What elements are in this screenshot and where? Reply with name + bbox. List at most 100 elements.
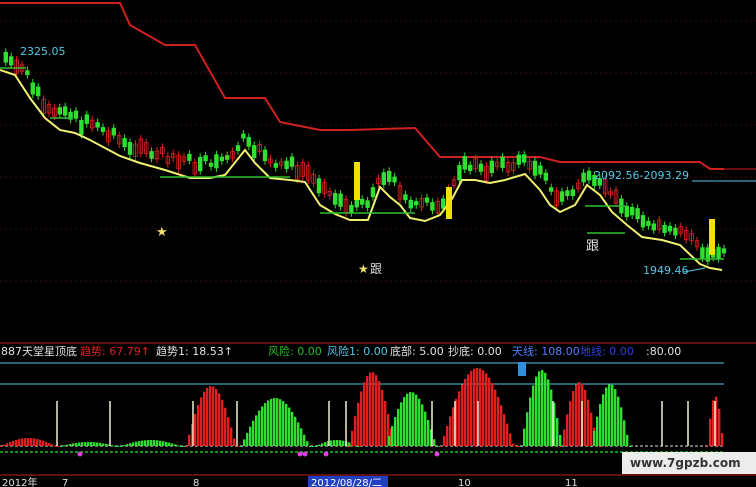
indicator-bar	[215, 388, 218, 446]
candle-body	[700, 247, 705, 259]
time-label: 10	[458, 478, 471, 487]
indicator-bar	[418, 398, 421, 446]
candle-body	[100, 127, 106, 132]
indicator-bar	[506, 423, 509, 446]
indicator-bar	[526, 412, 529, 446]
indicator-bar	[185, 446, 188, 447]
indicator-bar	[611, 384, 614, 446]
indicator-bar	[197, 404, 200, 446]
indicator-bar	[388, 435, 391, 446]
candle-body	[73, 110, 79, 119]
candle-body	[79, 119, 84, 135]
indicator-bar	[718, 408, 721, 446]
indicator-header[interactable]: 887天堂星顶底 趋势: 67.79↑ 趋势1: 18.53↑ 风险: 0.00 风险…	[1, 344, 681, 358]
indicator-bar	[550, 389, 553, 446]
indicator-bar	[135, 441, 138, 446]
indicator-bar	[709, 418, 712, 446]
indicator-value: 底部: 5.00	[390, 344, 444, 358]
indicator-bar	[270, 398, 273, 446]
indicator-bar	[491, 383, 494, 446]
indicator-bar	[351, 430, 354, 446]
indicator-bar	[6, 443, 9, 446]
indicator-bar	[559, 434, 562, 446]
indicator-bar	[273, 398, 276, 446]
candle-body	[635, 208, 640, 220]
indicator-bar	[538, 371, 541, 446]
candle-body	[338, 193, 343, 207]
candle-body	[203, 155, 208, 162]
indicator-bar	[529, 397, 532, 446]
candle-body	[662, 224, 667, 233]
candle-body	[549, 187, 554, 192]
indicator-bar	[87, 442, 90, 446]
candle-body	[462, 156, 467, 170]
indicator-bar	[120, 446, 123, 447]
candle-body	[273, 163, 278, 168]
indicator-bar	[575, 384, 578, 446]
candle-body	[430, 202, 435, 211]
indicator-bar	[258, 410, 261, 446]
candle-body	[284, 160, 289, 170]
indicator-title: 887天堂星顶底	[1, 344, 77, 358]
indicator-bar	[276, 398, 279, 446]
indicator-bar	[21, 438, 24, 446]
range-price-label: 2092.56-2093.29	[594, 169, 689, 182]
indicator-bar	[532, 385, 535, 446]
indicator-bar	[503, 414, 506, 446]
indicator-bar	[470, 370, 473, 446]
candle-body	[532, 160, 538, 176]
indicator-bar	[99, 442, 102, 446]
candle-body	[235, 145, 241, 152]
candle-body	[522, 154, 527, 163]
indicator-bar	[227, 417, 230, 446]
indicator-bar	[333, 440, 336, 446]
indicator-bar	[18, 439, 21, 446]
indicator-value: 风险1: 0.00	[327, 344, 388, 358]
indicator-bar	[623, 420, 626, 446]
star-icon: ★	[156, 225, 168, 240]
indicator-bar	[354, 416, 357, 446]
candle-body	[57, 107, 62, 115]
candle-body	[149, 151, 154, 159]
candle-body	[667, 225, 673, 232]
candle-body	[489, 160, 494, 173]
indicator-bar	[255, 415, 258, 446]
indicator-bar	[111, 445, 114, 447]
indicator-bar	[261, 406, 264, 446]
indicator-bar	[348, 442, 351, 446]
candle-body	[208, 162, 214, 167]
indicator-bar	[509, 433, 512, 446]
indicator-bar	[288, 407, 291, 446]
indicator-bar	[599, 446, 602, 447]
indicator-bar	[174, 444, 177, 446]
indicator-bar	[590, 412, 593, 446]
indicator-bar	[324, 442, 327, 446]
indicator-bar	[512, 443, 515, 446]
indicator-value: 地线: 0.00	[580, 344, 634, 358]
candle-body	[386, 170, 392, 182]
candle-body	[122, 138, 127, 148]
candle-body	[63, 106, 68, 116]
bottom-dot	[302, 451, 308, 457]
indicator-bar	[360, 391, 363, 446]
candle-body	[187, 153, 192, 161]
indicator-bar	[381, 389, 384, 446]
candle-body	[8, 56, 14, 66]
candle-body	[624, 205, 629, 217]
indicator-bar	[366, 375, 369, 446]
indicator-bar	[96, 442, 99, 446]
indicator-bar	[321, 443, 324, 446]
indicator-bar	[602, 394, 605, 446]
indicator-bar	[415, 394, 418, 446]
indicator-bar	[153, 440, 156, 446]
indicator-bar	[357, 402, 360, 446]
indicator-bar	[578, 382, 581, 446]
candle-body	[440, 198, 446, 209]
indicator-value: 抄底: 0.00	[448, 344, 502, 358]
indicator-bar	[421, 404, 424, 446]
indicator-bar	[467, 374, 470, 446]
candle-body	[651, 223, 656, 231]
indicator-bar	[36, 438, 39, 446]
indicator-bar	[394, 417, 397, 446]
candle-body	[570, 189, 575, 197]
